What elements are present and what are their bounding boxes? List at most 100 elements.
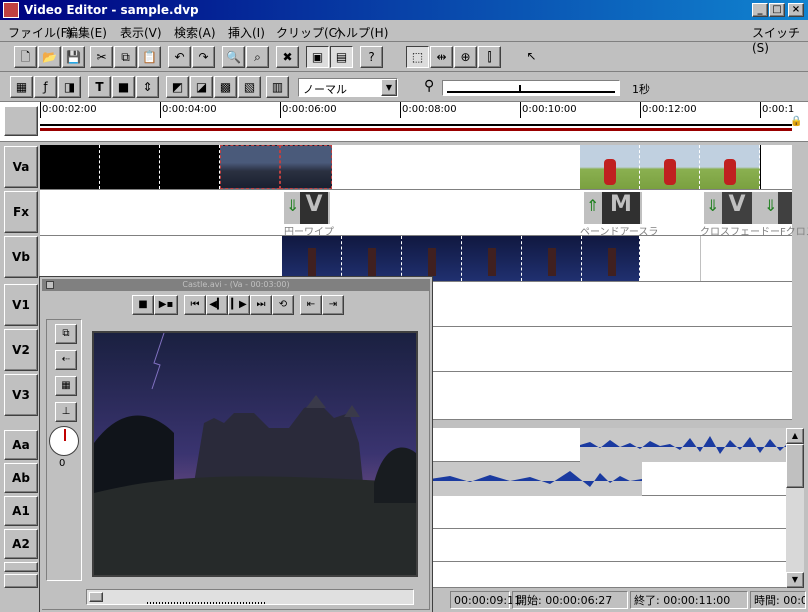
monitor-menu-icon[interactable]: [46, 281, 54, 289]
menu-search[interactable]: 検索(A): [174, 24, 216, 41]
paste-icon[interactable]: 📋: [138, 46, 161, 68]
video-clip-castle[interactable]: [220, 145, 280, 189]
track-label-fx[interactable]: Fx: [4, 191, 38, 233]
vertical-scrollbar[interactable]: ▲ ▼: [786, 428, 804, 588]
video-clip-castle[interactable]: [280, 145, 332, 189]
filter-icon[interactable]: ◨: [58, 76, 81, 98]
loop-button[interactable]: ⟲: [272, 295, 294, 315]
properties-icon[interactable]: ▥: [266, 76, 289, 98]
zoom-slider[interactable]: [442, 80, 620, 96]
transition-b-icon[interactable]: ◪: [190, 76, 213, 98]
set-out-point-button[interactable]: ⇥: [322, 295, 344, 315]
track-label-more[interactable]: [4, 562, 38, 572]
menu-clip[interactable]: クリップ(C): [276, 24, 342, 41]
motion-icon[interactable]: ⇕: [136, 76, 159, 98]
video-clip-figure[interactable]: [342, 236, 402, 281]
track-lane-fx[interactable]: ⇓V 円ーワイプ ⇑M ペーンドアースラ ⇓V⇓ クロスフェードーFクロスフ: [40, 190, 808, 238]
video-clip-dancer[interactable]: [580, 145, 640, 189]
go-to-start-button[interactable]: ⏮: [184, 295, 206, 315]
stop-button[interactable]: ■: [132, 295, 154, 315]
find-icon[interactable]: 🔍: [222, 46, 245, 68]
scroll-thumb[interactable]: [786, 444, 804, 488]
transition-wipe[interactable]: ⇓ V: [284, 192, 330, 224]
delete-clip-icon[interactable]: ✖: [276, 46, 299, 68]
video-clip-figure[interactable]: [462, 236, 522, 281]
split-tool-icon[interactable]: ⫿: [478, 46, 501, 68]
save-icon[interactable]: 💾: [62, 46, 85, 68]
video-clip[interactable]: [100, 145, 160, 189]
track-label-v1[interactable]: V1: [4, 284, 38, 326]
video-clip-title[interactable]: [760, 145, 792, 189]
step-back-button[interactable]: ◀▎: [206, 295, 228, 315]
video-clip-dancer[interactable]: [700, 145, 760, 189]
lock-icon[interactable]: 🔒: [790, 116, 802, 127]
transition-door[interactable]: ⇑ M: [584, 192, 642, 224]
transition-c-icon[interactable]: ▩: [214, 76, 237, 98]
track-label-vb[interactable]: Vb: [4, 236, 38, 278]
transition-crossfade[interactable]: ⇓ V ⇓: [704, 192, 792, 224]
audio-monitor-icon[interactable]: ▤: [330, 46, 353, 68]
monitor-icon[interactable]: ▣: [306, 46, 329, 68]
cut-icon[interactable]: ✂: [90, 46, 113, 68]
trim-tool-icon[interactable]: ⇹: [430, 46, 453, 68]
split-icon[interactable]: ⊥: [55, 402, 77, 422]
snapshot-icon[interactable]: ⧉: [55, 324, 77, 344]
timeline-mode-icon[interactable]: [4, 106, 38, 136]
blend-mode-select[interactable]: ノーマル ▼: [298, 78, 398, 97]
zoom-slider-thumb[interactable]: [519, 85, 521, 93]
scroll-down-arrow[interactable]: ▼: [786, 572, 804, 588]
position-slider-thumb[interactable]: [89, 592, 103, 602]
open-folder-icon[interactable]: 📂: [38, 46, 61, 68]
volume-dial[interactable]: [49, 426, 79, 456]
effects-icon[interactable]: ƒ: [34, 76, 57, 98]
track-lane-va[interactable]: [40, 145, 792, 190]
video-clip-figure[interactable]: [582, 236, 640, 281]
menu-file[interactable]: ファイル(F): [8, 24, 72, 41]
redo-icon[interactable]: ↷: [192, 46, 215, 68]
menu-help[interactable]: ヘルプ(H): [334, 24, 388, 41]
new-file-icon[interactable]: 🗋: [14, 46, 37, 68]
video-clip-dancer[interactable]: [640, 145, 700, 189]
find-next-icon[interactable]: ⌕: [246, 46, 269, 68]
filmstrip-icon[interactable]: ▦: [10, 76, 33, 98]
set-in-point-button[interactable]: ⇤: [300, 295, 322, 315]
track-label-a2[interactable]: A2: [4, 529, 38, 559]
context-help-icon[interactable]: ?: [360, 46, 383, 68]
video-clip-figure[interactable]: [402, 236, 462, 281]
track-scroll-button[interactable]: [4, 574, 38, 588]
select-tool-icon[interactable]: ⬚: [406, 46, 429, 68]
scroll-up-arrow[interactable]: ▲: [786, 428, 804, 444]
work-area-bar[interactable]: [40, 128, 792, 131]
maximize-button[interactable]: □: [769, 3, 785, 17]
video-clip-figure[interactable]: [282, 236, 342, 281]
mark-out-icon[interactable]: ▦: [55, 376, 77, 396]
chevron-down-icon[interactable]: ▼: [381, 79, 397, 96]
mark-in-icon[interactable]: ⇠: [55, 350, 77, 370]
play-button[interactable]: ▶▪: [154, 295, 178, 315]
track-lane-vb[interactable]: [40, 236, 792, 282]
menu-insert[interactable]: 挿入(I): [228, 24, 265, 41]
color-icon[interactable]: ■: [112, 76, 135, 98]
go-to-end-button[interactable]: ⏭: [250, 295, 272, 315]
track-label-a1[interactable]: A1: [4, 496, 38, 526]
track-label-aa[interactable]: Aa: [4, 430, 38, 460]
track-label-v3[interactable]: V3: [4, 374, 38, 416]
menu-view[interactable]: 表示(V): [120, 24, 162, 41]
audio-waveform[interactable]: [430, 462, 642, 496]
menu-edit[interactable]: 編集(E): [66, 24, 107, 41]
monitor-window[interactable]: Castle.avi - (Va - 00:03:00) ■ ▶▪ ⏮ ◀▎ ▎…: [39, 276, 433, 612]
video-clip-figure[interactable]: [522, 236, 582, 281]
copy-icon[interactable]: ⧉: [114, 46, 137, 68]
audio-waveform[interactable]: [580, 428, 786, 462]
undo-icon[interactable]: ↶: [168, 46, 191, 68]
track-label-va[interactable]: Va: [4, 146, 38, 188]
zoom-tool-icon[interactable]: ⊕: [454, 46, 477, 68]
step-forward-button[interactable]: ▎▶: [228, 295, 250, 315]
monitor-position-slider[interactable]: [86, 589, 414, 605]
timeline-ruler[interactable]: 0:00:02:00 0:00:04:00 0:00:06:00 0:00:08…: [0, 102, 808, 142]
minimize-button[interactable]: _: [752, 3, 768, 17]
transition-a-icon[interactable]: ◩: [166, 76, 189, 98]
track-label-v2[interactable]: V2: [4, 329, 38, 371]
title-text-icon[interactable]: T: [88, 76, 111, 98]
close-button[interactable]: ×: [788, 3, 804, 17]
